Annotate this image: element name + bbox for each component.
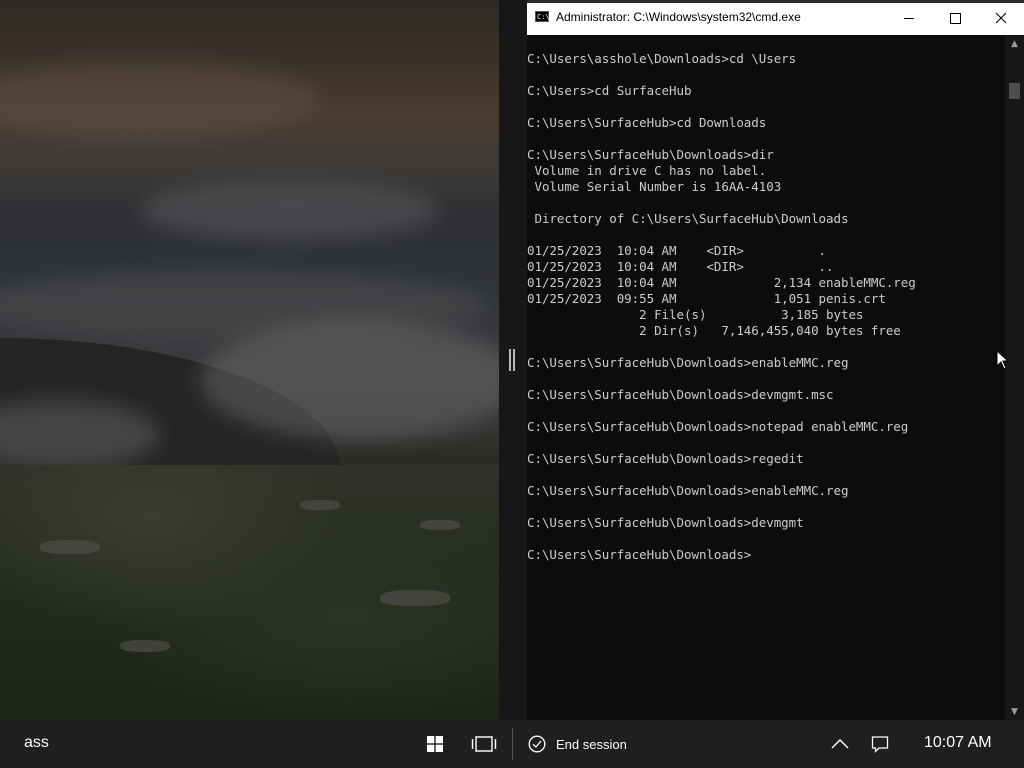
maximize-icon: [949, 12, 961, 24]
console-line: 2 Dir(s) 7,146,455,040 bytes free: [527, 323, 901, 338]
action-center-button[interactable]: [866, 720, 894, 768]
console-line: C:\Users\SurfaceHub\Downloads>enableMMC.…: [527, 355, 849, 370]
console-line: C:\Users\SurfaceHub\Downloads>regedit: [527, 451, 804, 466]
console-line: C:\Users\SurfaceHub>cd Downloads: [527, 115, 767, 130]
vertical-scrollbar[interactable]: ▲ ▼: [1005, 35, 1024, 720]
taskbar-user-label: ass: [24, 734, 49, 751]
task-view-button[interactable]: [468, 720, 500, 768]
taskbar: ass End session 10:07 AM: [0, 720, 1024, 768]
scrollbar-thumb[interactable]: [1009, 83, 1020, 99]
scroll-up-arrow-icon[interactable]: ▲: [1005, 35, 1024, 52]
minimize-icon: [904, 17, 914, 19]
sky-cloud: [140, 180, 440, 240]
console-line: C:\Users\SurfaceHub\Downloads>notepad en…: [527, 419, 909, 434]
fog-bank: [200, 320, 499, 440]
console-line: C:\Users\SurfaceHub\Downloads>devmgmt.ms…: [527, 387, 834, 402]
console-output[interactable]: C:\Users\asshole\Downloads>cd \Users C:\U…: [527, 35, 1005, 720]
console-line: 01/25/2023 10:04 AM <DIR> ..: [527, 259, 834, 274]
maximize-button[interactable]: [932, 3, 978, 33]
action-center-icon: [871, 736, 889, 753]
console-line: 2 File(s) 3,185 bytes: [527, 307, 864, 322]
console-line: C:\Users\asshole\Downloads>cd \Users: [527, 51, 797, 66]
sky-cloud: [0, 60, 320, 140]
end-session-icon: [528, 735, 546, 753]
task-view-icon: [471, 736, 497, 752]
desktop-wallpaper: [0, 0, 499, 720]
console-line: 01/25/2023 10:04 AM <DIR> .: [527, 243, 827, 258]
end-session-button[interactable]: End session: [528, 720, 627, 768]
console-line: C:\Users\SurfaceHub\Downloads>dir: [527, 147, 774, 162]
rock: [120, 640, 170, 652]
rock: [300, 500, 340, 510]
taskbar-separator: [512, 728, 513, 760]
console-line: C:\Users>cd SurfaceHub: [527, 83, 692, 98]
taskbar-clock[interactable]: 10:07 AM: [924, 734, 992, 752]
rock: [380, 590, 450, 606]
window-titlebar[interactable]: C:\ Administrator: C:\Windows\system32\c…: [527, 3, 1024, 35]
windows-start-icon: [427, 736, 443, 752]
close-button[interactable]: [978, 3, 1024, 33]
show-hidden-icons-button[interactable]: [826, 720, 854, 768]
end-session-label: End session: [556, 736, 627, 752]
chevron-up-icon: [831, 739, 849, 749]
console-line: Volume Serial Number is 16AA-4103: [527, 179, 782, 194]
scroll-down-arrow-icon[interactable]: ▼: [1005, 703, 1024, 720]
mouse-pointer-icon: [996, 350, 1010, 370]
snap-divider-handle[interactable]: [509, 349, 515, 371]
console-line: Directory of C:\Users\SurfaceHub\Downloa…: [527, 211, 849, 226]
cmd-app-icon: C:\: [535, 11, 550, 22]
minimize-button[interactable]: [886, 3, 932, 33]
console-line: C:\Users\SurfaceHub\Downloads>enableMMC.…: [527, 483, 849, 498]
console-line: 01/25/2023 10:04 AM 2,134 enableMMC.reg: [527, 275, 916, 290]
console-line: Volume in drive C has no label.: [527, 163, 767, 178]
cmd-window[interactable]: C:\ Administrator: C:\Windows\system32\c…: [527, 0, 1024, 720]
close-icon: [995, 12, 1007, 24]
rock: [420, 520, 460, 530]
window-title: Administrator: C:\Windows\system32\cmd.e…: [556, 10, 801, 24]
console-line: C:\Users\SurfaceHub\Downloads>: [527, 547, 752, 562]
start-button[interactable]: [420, 720, 450, 768]
console-line: 01/25/2023 09:55 AM 1,051 penis.crt: [527, 291, 886, 306]
rock: [40, 540, 100, 554]
console-line: C:\Users\SurfaceHub\Downloads>devmgmt: [527, 515, 804, 530]
